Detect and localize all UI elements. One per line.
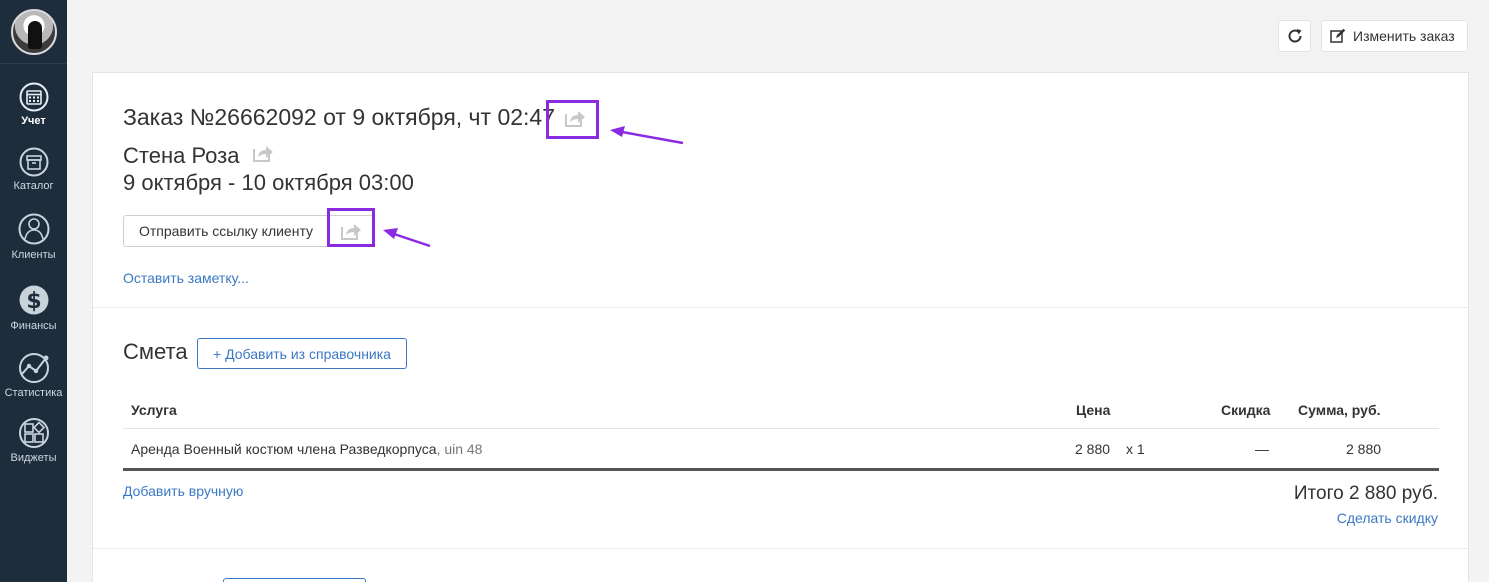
annotation-arrows (383, 126, 684, 248)
